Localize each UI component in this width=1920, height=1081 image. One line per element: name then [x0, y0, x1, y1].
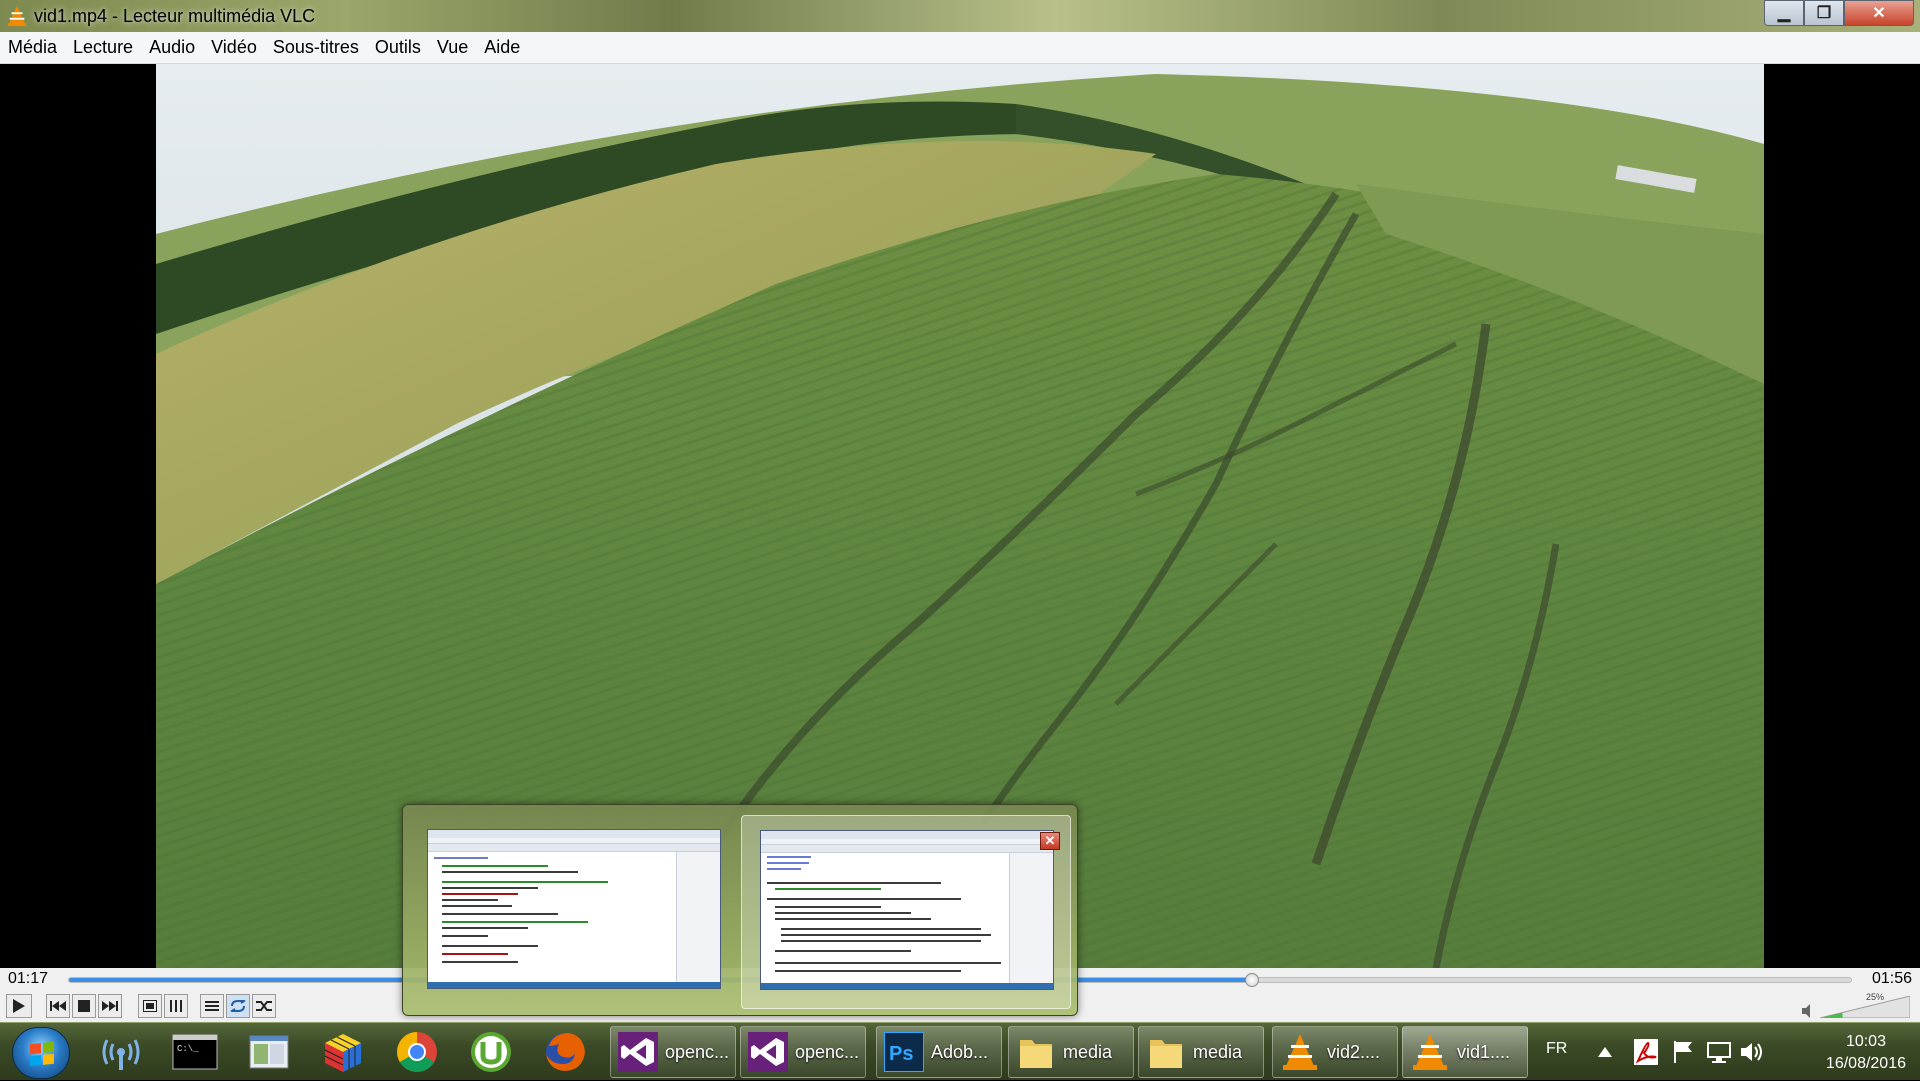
menu-video[interactable]: Vidéo [203, 37, 265, 58]
menu-view[interactable]: Vue [429, 37, 476, 58]
rubik-pin[interactable] [310, 1027, 376, 1077]
preview-screenshot [760, 830, 1054, 990]
chrome-icon [397, 1032, 437, 1072]
windows-logo-icon [30, 1041, 54, 1067]
preview-window-2[interactable]: ✕ [741, 815, 1071, 1009]
fullscreen-button[interactable] [138, 994, 162, 1018]
task-vlc-vid1[interactable]: vid1.... [1402, 1026, 1528, 1078]
clock[interactable]: 10:03 16/08/2016 [1826, 1031, 1906, 1075]
photoshop-icon: Ps [884, 1032, 924, 1072]
acrobat-icon[interactable] [1634, 1039, 1658, 1065]
loop-button[interactable] [226, 994, 250, 1018]
window-icon [249, 1035, 289, 1069]
clock-date: 16/08/2016 [1825, 1055, 1906, 1072]
maximize-button[interactable]: ❐ [1804, 0, 1844, 26]
total-time: 01:56 [1871, 970, 1912, 987]
vlc-icon [1283, 1034, 1317, 1070]
minimize-button[interactable]: ▁ [1764, 0, 1804, 26]
shuffle-button[interactable] [252, 994, 276, 1018]
menu-audio[interactable]: Audio [141, 37, 203, 58]
menu-tools[interactable]: Outils [367, 37, 429, 58]
speaker-icon [1802, 1004, 1810, 1018]
window-title: vid1.mp4 - Lecteur multimédia VLC [34, 5, 316, 26]
code-lines-graphic [767, 856, 1001, 972]
cmd-pin[interactable]: C:\_ [162, 1027, 228, 1077]
chrome-pin[interactable] [384, 1027, 450, 1077]
task-label: vid1.... [1457, 1041, 1511, 1062]
fullscreen-icon [143, 1000, 157, 1012]
taskbar: C:\_ openc... openc... Ps Adob... media … [0, 1022, 1920, 1080]
close-button[interactable]: ✕ [1844, 0, 1914, 26]
stop-icon [78, 1000, 90, 1012]
elapsed-time: 01:17 [8, 970, 49, 987]
task-label: Adob... [931, 1041, 989, 1062]
next-icon [102, 1001, 118, 1011]
volume-icon[interactable] [1740, 1041, 1764, 1063]
utorrent-pin[interactable] [458, 1027, 524, 1077]
task-label: openc... [795, 1041, 860, 1062]
volume-slider[interactable] [1820, 996, 1910, 1018]
preview-screenshot [427, 829, 721, 989]
volume-control[interactable]: 25% [1802, 992, 1912, 1020]
rubik-icon [324, 1034, 361, 1072]
flag-icon[interactable] [1672, 1041, 1694, 1063]
task-label: media [1193, 1041, 1243, 1062]
system-tray: FR 10:03 16/08/2016 [1540, 1023, 1920, 1081]
previous-icon [50, 1001, 66, 1011]
task-visual-studio-1[interactable]: openc... [610, 1026, 736, 1078]
menu-media[interactable]: Média [0, 37, 65, 58]
task-visual-studio-2[interactable]: openc... [740, 1026, 866, 1078]
wireless-antenna-icon [102, 1039, 140, 1070]
extended-settings-icon [170, 1000, 182, 1012]
task-vlc-vid2[interactable]: vid2.... [1272, 1026, 1398, 1078]
network-icon[interactable] [1706, 1041, 1732, 1063]
svg-text:C:\_: C:\_ [177, 1044, 199, 1054]
task-photoshop[interactable]: Ps Adob... [876, 1026, 1002, 1078]
firefox-pin[interactable] [532, 1027, 598, 1077]
vlc-icon [7, 5, 27, 27]
preview-close-button[interactable]: ✕ [1040, 832, 1060, 850]
visual-studio-icon [618, 1032, 658, 1072]
menu-subtitles[interactable]: Sous-titres [265, 37, 367, 58]
play-icon [13, 999, 25, 1013]
title-bar: vid1.mp4 - Lecteur multimédia VLC ▁ ❐ ✕ [0, 0, 1920, 32]
playlist-button[interactable] [200, 994, 224, 1018]
folder-icon [1020, 1040, 1052, 1068]
show-hidden-icons-icon[interactable] [1598, 1047, 1612, 1057]
start-button[interactable] [12, 1027, 70, 1079]
task-label: media [1063, 1041, 1113, 1062]
folder-icon [1150, 1040, 1182, 1068]
preview-window-1[interactable] [409, 815, 739, 1009]
firefox-icon [546, 1033, 585, 1071]
clock-time: 10:03 [1845, 1033, 1886, 1050]
loop-icon [230, 1000, 246, 1012]
task-folder-media-1[interactable]: media [1008, 1026, 1134, 1078]
next-button[interactable] [98, 994, 122, 1018]
play-button[interactable] [6, 994, 32, 1018]
stop-button[interactable] [72, 994, 96, 1018]
playlist-icon [205, 1001, 219, 1011]
svg-text:Ps: Ps [889, 1043, 913, 1065]
cmd-icon: C:\_ [172, 1034, 218, 1070]
shuffle-icon [256, 1001, 272, 1011]
menu-bar: Média Lecture Audio Vidéo Sous-titres Ou… [0, 32, 1920, 64]
language-indicator[interactable]: FR [1546, 1040, 1567, 1058]
previous-button[interactable] [46, 994, 70, 1018]
utorrent-icon [471, 1032, 511, 1072]
visual-studio-icon [748, 1032, 788, 1072]
seek-handle[interactable] [1245, 973, 1260, 987]
menu-help[interactable]: Aide [476, 37, 528, 58]
task-label: openc... [665, 1041, 730, 1062]
code-lines-graphic [434, 857, 608, 963]
task-folder-media-2[interactable]: media [1138, 1026, 1264, 1078]
task-label: vid2.... [1327, 1041, 1381, 1062]
menu-lecture[interactable]: Lecture [65, 37, 141, 58]
extended-settings-button[interactable] [164, 994, 188, 1018]
wifi-tool-pin[interactable] [88, 1027, 154, 1077]
window-pin[interactable] [236, 1027, 302, 1077]
vlc-icon [1413, 1034, 1447, 1070]
taskbar-preview-popup: ✕ [402, 804, 1078, 1016]
